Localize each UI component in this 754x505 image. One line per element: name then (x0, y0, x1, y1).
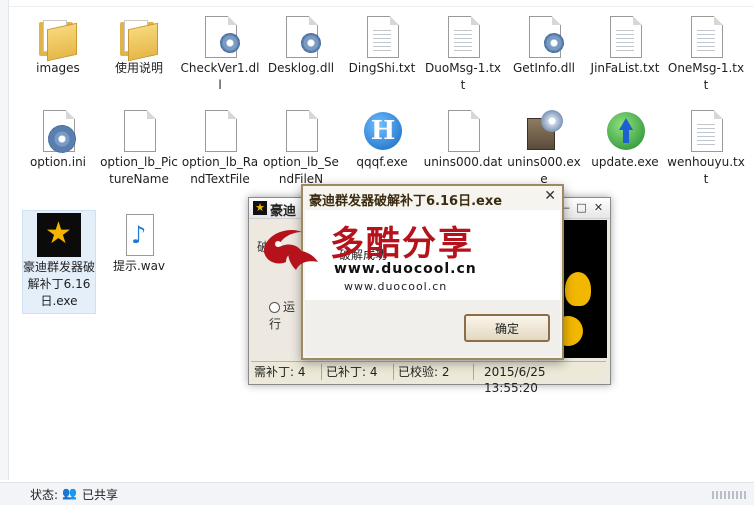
file-name: unins000.exe (507, 155, 581, 186)
file-name: qqqf.exe (356, 155, 408, 169)
file-name: unins000.dat (423, 155, 503, 169)
file-name: option_lb_SendFileN (263, 155, 339, 186)
message-dialog[interactable]: 豪迪群发器破解补丁6.16日.exe ✕ 破解成功 确定 (301, 184, 564, 360)
app-statusbar: 需补丁: 4 已补丁: 4 已校验: 2 2015/6/25 13:55:20 (251, 361, 606, 395)
explorer-top-edge (0, 0, 754, 7)
haodi-app-icon: ★ (37, 213, 81, 259)
dialog-message: 破解成功 (339, 248, 388, 262)
text-file-icon (604, 14, 646, 60)
app-logo-icon: ★ (253, 201, 267, 215)
file-item-haodi-patch-exe[interactable]: ★ 豪迪群发器破解补丁6.16日.exe (22, 210, 96, 314)
file-name: update.exe (591, 155, 659, 169)
file-item-usage-guide[interactable]: 使用说明 (99, 14, 179, 77)
file-name: JinFaList.txt (590, 61, 660, 75)
file-item-jinfalist-txt[interactable]: JinFaList.txt (585, 14, 665, 77)
file-item-option-lb-picturename[interactable]: option_lb_PictureName (99, 108, 179, 188)
file-name: Desklog.dll (267, 61, 335, 75)
file-name: wenhouyu.txt (667, 155, 745, 186)
blank-file-icon (280, 108, 322, 154)
dll-file-icon (280, 14, 322, 60)
ok-button[interactable]: 确定 (464, 314, 550, 342)
file-item-wenhouyu-txt[interactable]: wenhouyu.txt (666, 108, 746, 188)
file-item-dingshi-txt[interactable]: DingShi.txt (342, 14, 422, 77)
file-item-qqqf-exe[interactable]: H qqqf.exe (342, 108, 422, 171)
need-patch-count: 需补丁: 4 (251, 364, 322, 380)
file-item-getinfo-dll[interactable]: GetInfo.dll (504, 14, 584, 77)
file-item-option-lb-randtextfile[interactable]: option_lb_RandTextFile (180, 108, 260, 188)
radio-icon (269, 302, 280, 313)
file-item-update-exe[interactable]: update.exe (585, 108, 665, 171)
dll-file-icon (199, 14, 241, 60)
file-name: DingShi.txt (348, 61, 416, 75)
file-item-tishi-wav[interactable]: ♪ 提示.wav (99, 212, 179, 275)
file-name: 使用说明 (114, 61, 163, 75)
file-item-option-ini[interactable]: option.ini (18, 108, 98, 171)
app-left-panel: 破解 运行 (251, 222, 303, 356)
verified-count: 已校验: 2 (395, 364, 474, 380)
blank-file-icon (442, 108, 484, 154)
shared-people-icon: 👥 (62, 486, 77, 500)
folder-icon (37, 14, 79, 62)
run-radio[interactable]: 运行 (269, 298, 303, 332)
close-button[interactable]: ✕ (591, 200, 606, 215)
update-globe-icon (604, 108, 646, 154)
audio-file-icon: ♪ (118, 212, 160, 258)
file-name: 提示.wav (112, 259, 166, 273)
dialog-title: 豪迪群发器破解补丁6.16日.exe (309, 194, 503, 209)
blank-file-icon (199, 108, 241, 154)
text-file-icon (685, 108, 727, 154)
explorer-nav-pane-edge (0, 0, 9, 480)
file-item-unins000-dat[interactable]: unins000.dat (423, 108, 503, 171)
file-name: option_lb_PictureName (100, 155, 178, 186)
file-item-images[interactable]: images (18, 14, 98, 77)
dialog-content: 破解成功 (305, 210, 560, 300)
app-title: 豪迪 (270, 204, 297, 219)
file-item-unins000-exe[interactable]: unins000.exe (504, 108, 584, 188)
patched-count: 已补丁: 4 (323, 364, 394, 380)
text-file-icon (442, 14, 484, 60)
file-name: OneMsg-1.txt (667, 61, 745, 92)
file-name: DuoMsg-1.txt (425, 61, 501, 92)
file-name: GetInfo.dll (513, 61, 575, 75)
file-item-onemsg-txt[interactable]: OneMsg-1.txt (666, 14, 746, 94)
dll-file-icon (523, 14, 565, 60)
installer-icon (523, 108, 565, 154)
maximize-button[interactable]: □ (574, 200, 589, 215)
file-name: images (36, 61, 80, 75)
ini-settings-icon (37, 108, 79, 154)
file-item-checkver1-dll[interactable]: CheckVer1.dll (180, 14, 260, 94)
blank-file-icon (118, 108, 160, 154)
resize-grip[interactable] (712, 491, 746, 499)
dialog-close-icon[interactable]: ✕ (544, 188, 556, 204)
folder-icon (118, 14, 160, 62)
file-name: CheckVer1.dll (180, 61, 260, 92)
app-side-text: 破解 (257, 240, 282, 254)
file-name: 豪迪群发器破解补丁6.16日.exe (23, 260, 96, 308)
status-datetime: 2015/6/25 13:55:20 (484, 365, 546, 395)
file-item-duomsg-txt[interactable]: DuoMsg-1.txt (423, 14, 503, 94)
text-file-icon (685, 14, 727, 60)
file-item-option-lb-sendfilen[interactable]: option_lb_SendFileN (261, 108, 341, 188)
h-app-icon: H (361, 108, 403, 154)
file-name: option.ini (29, 155, 87, 169)
explorer-status-bar: 状态: 👥 已共享 (0, 482, 754, 505)
text-file-icon (361, 14, 403, 60)
status-label: 状态: (30, 488, 59, 502)
status-value: 已共享 (82, 488, 119, 502)
file-name: option_lb_RandTextFile (181, 155, 259, 186)
file-item-desklog-dll[interactable]: Desklog.dll (261, 14, 341, 77)
